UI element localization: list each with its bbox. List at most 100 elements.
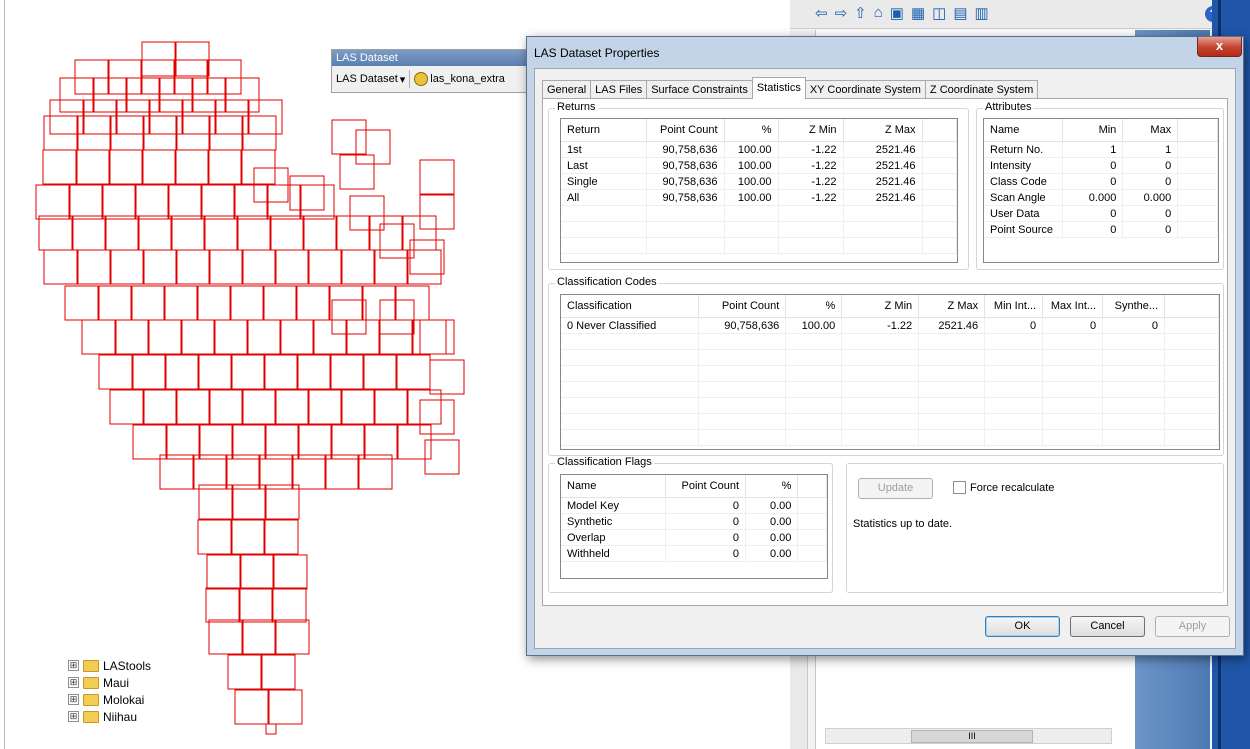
las-tile-outline (164, 354, 200, 390)
tab-las-files[interactable]: LAS Files (590, 80, 648, 99)
table-row[interactable]: User Data 0 0 (984, 205, 1218, 222)
ok-button[interactable]: OK (985, 616, 1060, 637)
las-tile-outline (158, 77, 194, 113)
apply-button[interactable]: Apply (1155, 616, 1230, 637)
column-header[interactable]: % (785, 295, 843, 318)
table-cell (797, 513, 827, 530)
las-dataset-dropdown-label: LAS Dataset (336, 73, 398, 85)
column-header[interactable]: Min Int... (984, 295, 1044, 318)
update-panel: Update Force recalculate Statistics up t… (846, 463, 1224, 593)
las-dataset-dropdown[interactable]: LAS Dataset ▾ (336, 73, 405, 86)
column-header[interactable]: Name (561, 475, 666, 498)
table-row[interactable]: Overlap 0 0.00 (561, 529, 827, 546)
table-row[interactable]: Withheld 0 0.00 (561, 545, 827, 562)
new-item-icon[interactable]: ◫ (932, 4, 946, 22)
home-folder-icon[interactable]: ⌂ (874, 4, 883, 22)
view-options-icon[interactable]: ▦ (911, 4, 925, 22)
expand-icon[interactable]: ⊞ (68, 677, 79, 688)
column-header[interactable]: Min (1062, 119, 1124, 142)
las-tile-outline (170, 215, 206, 251)
statistics-tab-page: Returns Return Point Count % Z Min Z Max (542, 98, 1228, 606)
update-button[interactable]: Update (858, 478, 933, 499)
scroll-thumb[interactable]: III (911, 730, 1033, 743)
up-folder-icon[interactable]: ⇧ (854, 4, 867, 22)
column-header[interactable]: Z Max (918, 295, 986, 318)
metadata-icon[interactable]: ▤ (953, 4, 967, 22)
tab-surface-constraints[interactable]: Surface Constraints (646, 80, 753, 99)
las-tile-outline (207, 149, 243, 185)
column-header[interactable]: Point Count (665, 475, 747, 498)
tree-item-lastools[interactable]: ⊞ LAStools (68, 657, 151, 674)
expand-icon[interactable]: ⊞ (68, 660, 79, 671)
table-row[interactable]: Single 90,758,636 100.00 -1.22 2521.46 (561, 173, 957, 190)
expand-icon[interactable]: ⊞ (68, 711, 79, 722)
attributes-table[interactable]: Name Min Max Return No. 1 1 Intensity 0 0 Cl… (983, 118, 1219, 263)
las-tile-outline (279, 319, 315, 355)
column-header[interactable]: Classification (561, 295, 700, 318)
column-header[interactable]: % (745, 475, 799, 498)
dialog-title-bar[interactable]: LAS Dataset Properties x (527, 37, 1243, 67)
back-arrow-icon[interactable]: ⇦ (815, 4, 828, 22)
table-row[interactable]: Model Key 0 0.00 (561, 497, 827, 514)
table-row[interactable]: Scan Angle 0.000 0.000 (984, 189, 1218, 206)
tree-item-niihau[interactable]: ⊞ Niihau (68, 708, 151, 725)
column-header[interactable]: % (724, 119, 779, 142)
table-row[interactable]: Synthetic 0 0.00 (561, 513, 827, 530)
tab-z-coordinate-system[interactable]: Z Coordinate System (924, 80, 1039, 99)
table-row[interactable]: All 90,758,636 100.00 -1.22 2521.46 (561, 189, 957, 206)
table-row[interactable]: Point Source 0 0 (984, 221, 1218, 238)
layer-selector[interactable]: las_kona_extra (414, 72, 505, 86)
expand-icon[interactable]: ⊞ (68, 694, 79, 705)
las-tile-outline (240, 149, 276, 185)
classification-codes-table[interactable]: Classification Point Count % Z Min Z Max… (560, 294, 1220, 450)
table-row[interactable]: 1st 90,758,636 100.00 -1.22 2521.46 (561, 141, 957, 158)
column-header[interactable]: Z Min (778, 119, 844, 142)
tab-xy-coordinate-system[interactable]: XY Coordinate System (804, 80, 926, 99)
horizontal-scrollbar[interactable]: III (825, 728, 1112, 744)
tree-item-maui[interactable]: ⊞ Maui (68, 674, 151, 691)
las-tile-outline (197, 519, 233, 555)
las-tile-outline (401, 215, 437, 251)
classification-flags-table[interactable]: Name Point Count % Model Key 0 0.00 Synthe… (560, 474, 828, 579)
column-header[interactable]: Name (984, 119, 1064, 142)
las-tile-outline (258, 454, 294, 490)
column-header[interactable]: Max Int... (1042, 295, 1104, 318)
table-row[interactable]: Return No. 1 1 (984, 141, 1218, 158)
column-header[interactable]: Synthe... (1102, 295, 1166, 318)
las-layer-icon (414, 72, 429, 86)
tab-statistics[interactable]: Statistics (751, 77, 806, 99)
tab-general[interactable]: General (542, 80, 592, 99)
table-row[interactable]: 0 Never Classified 90,758,636 100.00 -1.… (561, 317, 1219, 334)
las-tile-outline (101, 184, 137, 220)
options-icon[interactable]: ▥ (975, 4, 989, 22)
las-tile-outline (200, 184, 236, 220)
table-cell (797, 497, 827, 514)
las-tile-outline (295, 285, 331, 321)
column-header[interactable]: Max (1122, 119, 1179, 142)
column-header[interactable]: Z Min (841, 295, 920, 318)
checkbox-box[interactable] (953, 481, 966, 494)
las-tile-outline (230, 519, 266, 555)
force-recalculate-checkbox[interactable]: Force recalculate (953, 481, 1054, 494)
connect-folder-icon[interactable]: ▣ (890, 4, 904, 22)
table-row[interactable]: Last 90,758,636 100.00 -1.22 2521.46 (561, 157, 957, 174)
table-row[interactable]: Intensity 0 0 (984, 157, 1218, 174)
table-cell: 0 (1122, 221, 1179, 238)
las-tile-outline (429, 359, 465, 395)
cancel-button[interactable]: Cancel (1070, 616, 1145, 637)
column-header[interactable]: Z Max (843, 119, 923, 142)
returns-grid: Return Point Count % Z Min Z Max 1st 90,7… (561, 119, 957, 254)
column-header[interactable]: Return (561, 119, 647, 142)
table-row[interactable]: Class Code 0 0 (984, 173, 1218, 190)
table-cell: Return No. (984, 141, 1064, 158)
forward-arrow-icon[interactable]: ⇨ (835, 4, 848, 22)
column-header[interactable]: Point Count (698, 295, 787, 318)
tree-item-molokai[interactable]: ⊞ Molokai (68, 691, 151, 708)
close-button[interactable]: x (1197, 37, 1242, 57)
table-cell: 100.00 (724, 189, 779, 206)
las-tile-outline (137, 215, 173, 251)
returns-table[interactable]: Return Point Count % Z Min Z Max 1st 90,7… (560, 118, 958, 263)
table-cell: 0 (665, 545, 747, 562)
column-header[interactable]: Point Count (646, 119, 725, 142)
table-cell (1177, 173, 1218, 190)
